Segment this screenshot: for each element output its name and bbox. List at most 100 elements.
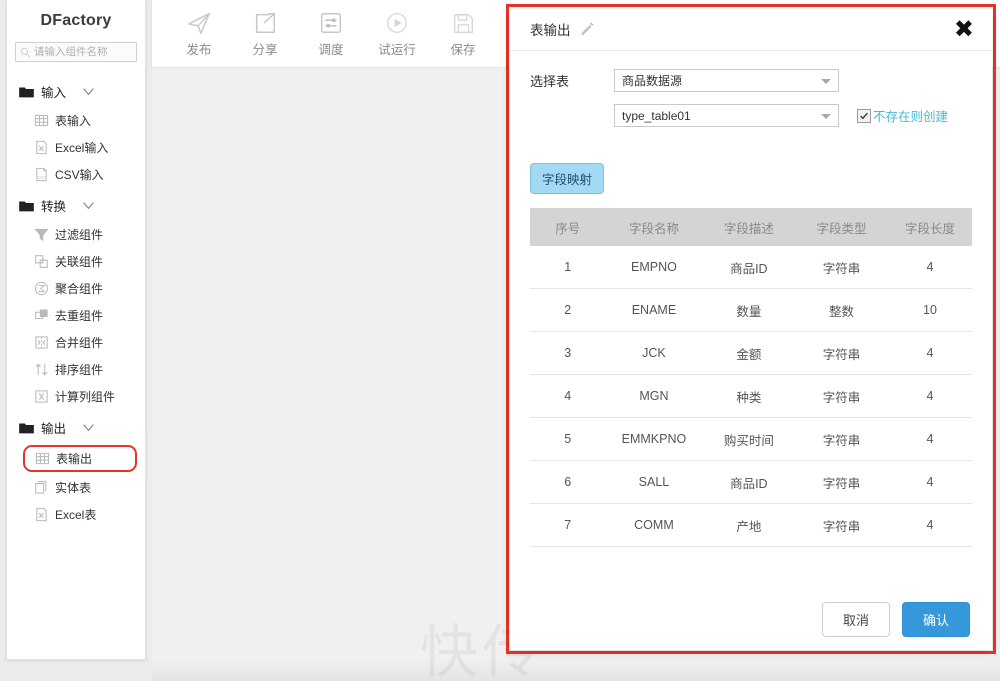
cell-field-name: JCK — [605, 331, 703, 375]
field-table-header-row: 序号 字段名称 字段描述 字段类型 字段长度 — [530, 208, 972, 246]
cell-field-length: 10 — [887, 288, 972, 332]
toolbar-button-publish[interactable]: 发布 — [166, 10, 232, 58]
table-row[interactable]: 3 JCK 金额 字符串 4 — [530, 331, 972, 375]
cell-field-name: EMMKPNO — [605, 417, 703, 461]
dialog-title: 表输出 — [530, 23, 571, 38]
search-box[interactable] — [15, 42, 137, 62]
close-icon[interactable]: ✖ — [954, 17, 974, 41]
merge-icon — [35, 336, 48, 349]
cell-field-type: 字符串 — [795, 503, 888, 547]
cell-field-type: 字符串 — [795, 460, 888, 504]
table-icon — [35, 452, 50, 465]
sidebar-item-表输出[interactable]: 表输出 — [23, 445, 137, 472]
toolbar-button-share[interactable]: 分享 — [232, 10, 298, 58]
confirm-button[interactable]: 确认 — [901, 601, 970, 637]
cell-field-desc: 购买时间 — [702, 417, 796, 461]
cell-field-type: 字符串 — [795, 374, 888, 418]
sidebar-item-关联组件[interactable]: 关联组件 — [7, 248, 145, 275]
cell-index: 7 — [530, 503, 606, 547]
sidebar-item-实体表[interactable]: 实体表 — [7, 474, 145, 501]
checkbox-box — [857, 108, 871, 123]
paper-plane-icon — [188, 12, 210, 34]
toolbar-button-testrun[interactable]: 试运行 — [364, 10, 430, 58]
svg-text:CSV: CSV — [38, 176, 46, 180]
field-mapping-button[interactable]: 字段映射 — [530, 163, 605, 194]
cell-field-name: SALL — [605, 460, 703, 504]
cell-field-name: COMM — [605, 503, 703, 547]
select-table-label: 选择表 — [530, 74, 570, 89]
table-row[interactable]: 6 SALL 商品ID 字符串 4 — [530, 460, 972, 504]
sidebar-item-Excel输入[interactable]: Excel输入 — [7, 134, 145, 161]
sidebar-group-header[interactable]: 转换 — [7, 190, 145, 221]
create-if-absent-label: 不存在则创建 — [873, 110, 949, 124]
dialog-footer: 取消 确认 — [510, 588, 992, 650]
toolbar-label: 发布 — [186, 42, 212, 57]
cell-field-desc: 商品ID — [702, 460, 796, 504]
folder-icon — [19, 87, 34, 97]
cell-field-length: 4 — [887, 246, 972, 289]
table-row[interactable]: 2 ENAME 数量 整数 10 — [530, 288, 972, 332]
cell-field-desc: 种类 — [702, 374, 796, 418]
aggregate-icon — [34, 281, 49, 296]
table-row[interactable]: 7 COMM 产地 字符串 4 — [530, 503, 972, 547]
table-row[interactable]: 5 EMMKPNO 购买时间 字符串 4 — [530, 417, 972, 461]
sidebar-group-header[interactable]: 输出 — [7, 412, 145, 443]
chevron-down-icon — [83, 202, 94, 210]
play-circle-icon — [387, 12, 407, 33]
sidebar-item-label: Excel输入 — [55, 141, 109, 155]
join-icon — [35, 255, 48, 268]
cell-field-name: MGN — [605, 374, 703, 418]
formula-icon — [35, 390, 48, 403]
folder-icon — [19, 201, 34, 211]
toolbar-button-schedule[interactable]: 调度 — [298, 10, 364, 58]
cell-field-length: 4 — [887, 331, 972, 375]
sidebar-item-去重组件[interactable]: 去重组件 — [7, 302, 145, 329]
pencil-icon[interactable] — [580, 22, 594, 36]
header-index: 序号 — [530, 208, 606, 246]
table-row-select: type_table01 不存在则创建 — [530, 104, 972, 127]
sidebar-item-label: 聚合组件 — [55, 282, 104, 296]
sidebar-item-Excel表[interactable]: Excel表 — [7, 501, 145, 528]
search-input[interactable] — [34, 46, 132, 58]
table-row[interactable]: 1 EMPNO 商品ID 字符串 4 — [530, 246, 972, 289]
sidebar-item-label: 计算列组件 — [55, 390, 116, 404]
create-if-absent-checkbox[interactable]: 不存在则创建 — [857, 106, 948, 125]
sidebar-item-计算列组件[interactable]: 计算列组件 — [7, 383, 145, 410]
cell-field-type: 字符串 — [795, 331, 888, 375]
cell-index: 6 — [530, 460, 606, 504]
datasource-value: 商品数据源 — [622, 74, 683, 88]
sidebar-item-label: 合并组件 — [55, 336, 104, 350]
sidebar-item-过滤组件[interactable]: 过滤组件 — [7, 221, 145, 248]
sidebar-item-表输入[interactable]: 表输入 — [7, 107, 145, 134]
datasource-select[interactable]: 商品数据源 — [614, 69, 839, 92]
table-row[interactable]: 4 MGN 种类 字符串 4 — [530, 374, 972, 418]
cell-field-desc: 商品ID — [702, 246, 796, 289]
cell-index: 4 — [530, 374, 606, 418]
table-value: type_table01 — [622, 108, 691, 123]
field-table-body: 1 EMPNO 商品ID 字符串 4 2 ENAME 数量 整数 10 3 JCK 金额 字符串 4 4 MGN… — [530, 246, 972, 547]
toolbar-button-save[interactable]: 保存 — [430, 10, 496, 58]
sidebar-item-label: 表输出 — [56, 452, 93, 466]
toolbar-label: 保存 — [450, 42, 476, 57]
component-sidebar: DFactory 输入表输入 Excel输入 CSV CSV输入转换过滤组件关联组件聚… — [6, 0, 146, 660]
excel-icon — [36, 507, 47, 522]
dedupe-icon — [35, 309, 48, 320]
toolbar-label: 分享 — [252, 42, 278, 57]
header-field-type: 字段类型 — [795, 208, 888, 246]
sidebar-item-聚合组件[interactable]: 聚合组件 — [7, 275, 145, 302]
app-brand: DFactory — [40, 12, 112, 29]
app-root: DFactory 输入表输入 Excel输入 CSV CSV输入转换过滤组件关联组件聚… — [0, 0, 1000, 681]
sidebar-item-排序组件[interactable]: 排序组件 — [7, 356, 145, 383]
sidebar-group-header[interactable]: 输入 — [7, 76, 145, 107]
sidebar-item-label: Excel表 — [55, 508, 97, 522]
table-select[interactable]: type_table01 — [614, 104, 839, 127]
sidebar-item-合并组件[interactable]: 合并组件 — [7, 329, 145, 356]
sidebar-groups: 输入 表输入 Excel输入 CSV CSV输入转换 过滤组件 关联组件聚合组件去重组件合并… — [7, 76, 145, 528]
cancel-button[interactable]: 取消 — [821, 601, 890, 637]
sidebar-item-CSV输入[interactable]: CSV CSV输入 — [7, 161, 145, 188]
sidebar-item-label: CSV输入 — [55, 168, 104, 182]
share-icon — [255, 12, 276, 33]
sort-icon — [35, 363, 48, 376]
datasource-row: 选择表 商品数据源 — [530, 69, 972, 92]
filter-icon — [34, 228, 49, 242]
